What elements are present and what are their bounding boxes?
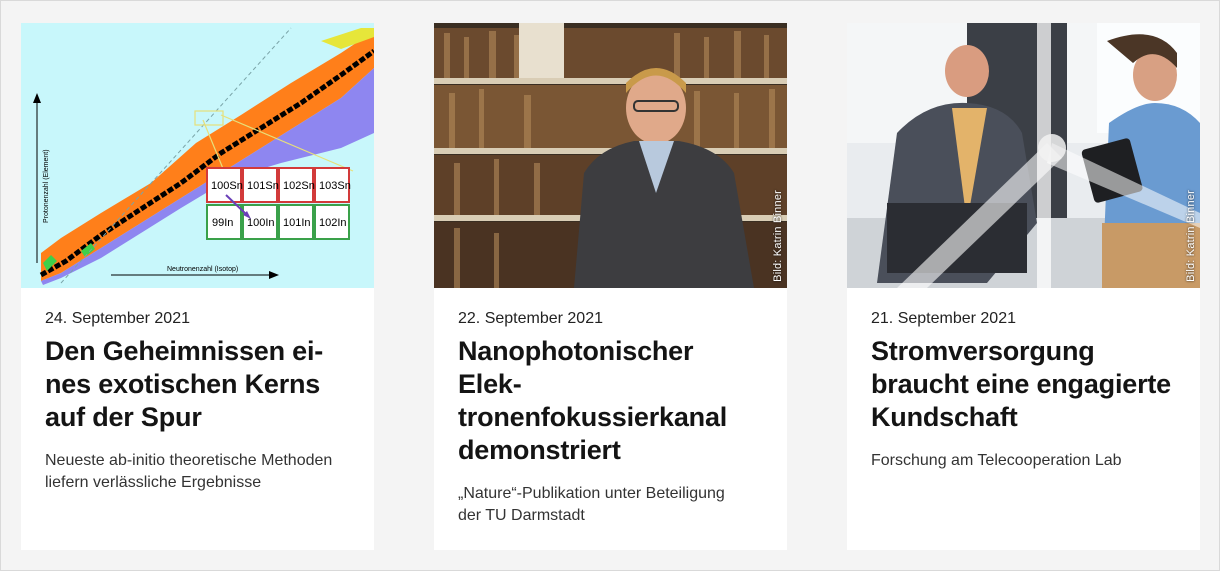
- news-title[interactable]: Nanophotonischer Elek- tronenfokussierka…: [458, 335, 763, 467]
- news-card-2[interactable]: Bild: Katrin Binner 22. September 2021 N…: [434, 23, 787, 550]
- nuclide-label: 101In: [283, 217, 311, 229]
- news-title-line: Den Geheimnissen ei-: [45, 336, 324, 366]
- news-title[interactable]: Stromversorgung braucht eine engagierte …: [871, 335, 1176, 434]
- news-title-line: tronenfokussierkanal: [458, 402, 728, 432]
- nuclide-label: 103Sn: [319, 180, 351, 192]
- news-teaser-line: Neueste ab-initio theoretische Methoden: [45, 452, 333, 469]
- news-teaser-line: „Nature“-Publikation unter Beteiligung: [458, 485, 725, 502]
- nuclide-label: 101Sn: [247, 180, 279, 192]
- portrait-library-photo: [434, 23, 787, 288]
- news-card-image[interactable]: 100Sn 101Sn 102Sn 103Sn 99In 100In 101In…: [21, 23, 374, 288]
- news-title-line: braucht eine engagierte: [871, 369, 1171, 399]
- news-teaser-line: Forschung am Telecooperation Lab: [871, 452, 1122, 469]
- news-card-body: 22. September 2021 Nanophotonischer Elek…: [434, 288, 787, 527]
- news-title-line: Nanophotonischer Elek-: [458, 336, 694, 399]
- y-axis-label: Protonenzahl (Element): [43, 149, 50, 223]
- x-axis-label: Neutronenzahl (Isotop): [167, 266, 238, 273]
- nuclide-label: 99In: [212, 217, 233, 229]
- news-card-body: 21. September 2021 Stromversorgung brauc…: [847, 288, 1200, 472]
- news-date: 24. September 2021: [45, 310, 190, 327]
- news-title-line: auf der Spur: [45, 402, 202, 432]
- nuclide-label: 102Sn: [283, 180, 315, 192]
- news-title-line: nes exotischen Kerns: [45, 369, 321, 399]
- news-card-1[interactable]: 100Sn 101Sn 102Sn 103Sn 99In 100In 101In…: [21, 23, 374, 550]
- news-title-line: demonstriert: [458, 435, 621, 465]
- image-credit: Bild: Katrin Binner: [1185, 190, 1197, 282]
- news-date: 21. September 2021: [871, 310, 1016, 327]
- news-teaser-line: liefern verlässliche Ergebnisse: [45, 474, 262, 491]
- nuclide-label: 100Sn: [211, 180, 243, 192]
- nuclide-label: 100In: [247, 217, 275, 229]
- news-card-body: 24. September 2021 Den Geheimnissen ei- …: [21, 288, 374, 494]
- news-title[interactable]: Den Geheimnissen ei- nes exotischen Kern…: [45, 335, 350, 434]
- nuclide-label: 102In: [319, 217, 347, 229]
- news-grid: 100Sn 101Sn 102Sn 103Sn 99In 100In 101In…: [21, 23, 1200, 550]
- news-teaser-line: der TU Darmstadt: [458, 507, 585, 524]
- news-date: 22. September 2021: [458, 310, 603, 327]
- news-teaser: Forschung am Telecooperation Lab: [871, 450, 1176, 472]
- news-teaser: Neueste ab-initio theoretische Methoden …: [45, 450, 350, 494]
- news-teaser: „Nature“-Publikation unter Beteiligung d…: [458, 483, 763, 527]
- news-title-line: Stromversorgung: [871, 336, 1095, 366]
- lab-photo: [847, 23, 1200, 288]
- image-credit: Bild: Katrin Binner: [772, 190, 784, 282]
- nuclide-chart-image: 100Sn 101Sn 102Sn 103Sn 99In 100In 101In…: [21, 23, 374, 288]
- news-title-line: Kundschaft: [871, 402, 1018, 432]
- news-card-image[interactable]: Bild: Katrin Binner: [847, 23, 1200, 288]
- news-card-3[interactable]: Bild: Katrin Binner 21. September 2021 S…: [847, 23, 1200, 550]
- news-card-image[interactable]: Bild: Katrin Binner: [434, 23, 787, 288]
